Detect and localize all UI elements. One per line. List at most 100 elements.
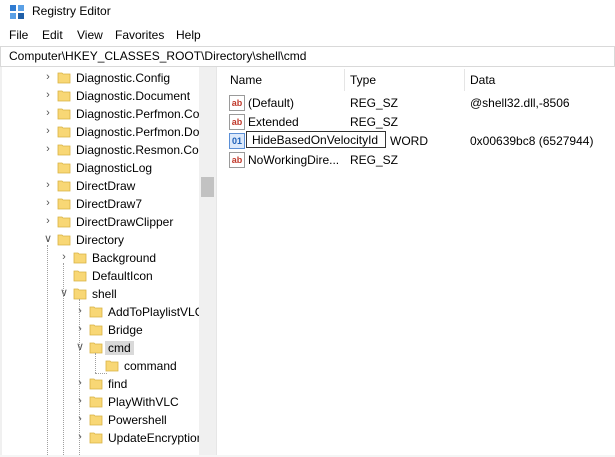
folder-icon <box>57 144 71 156</box>
menu-edit[interactable]: Edit <box>42 28 63 42</box>
tree-guide-line <box>63 263 64 457</box>
value-name: (Default) <box>248 96 295 110</box>
menu-bar: File Edit View Favorites Help <box>0 25 615 45</box>
chevron-right-icon[interactable]: › <box>43 107 53 119</box>
tree-scrollbar[interactable] <box>199 67 216 457</box>
chevron-right-icon[interactable]: › <box>43 179 53 191</box>
folder-icon <box>57 198 71 210</box>
value-row[interactable]: ab Extended REG_SZ <box>222 112 615 131</box>
tree-item-label: find <box>108 377 128 391</box>
chevron-down-icon[interactable]: ∨ <box>43 233 53 245</box>
tree-item-label: Background <box>92 251 157 265</box>
tree-item[interactable]: › DirectDraw <box>0 177 200 195</box>
tree-item[interactable]: ∨ Directory <box>0 231 200 249</box>
chevron-right-icon[interactable]: › <box>75 413 85 425</box>
values-list: Name Type Data ab (Default) REG_SZ @shel… <box>222 67 615 457</box>
chevron-right-icon[interactable]: › <box>75 377 85 389</box>
folder-icon <box>73 252 87 264</box>
value-row[interactable]: ab NoWorkingDire... REG_SZ <box>222 150 615 169</box>
chevron-down-icon[interactable]: ∨ <box>59 287 69 299</box>
rename-input[interactable]: HideBasedOnVelocityId <box>246 131 386 148</box>
tree-item[interactable]: › Diagnostic.Perfmon.Co <box>0 105 200 123</box>
chevron-right-icon[interactable]: › <box>75 395 85 407</box>
column-separator[interactable] <box>344 69 345 91</box>
chevron-right-icon[interactable]: › <box>75 431 85 443</box>
tree-item-label: UpdateEncryption <box>108 431 204 445</box>
chevron-right-icon[interactable]: › <box>75 323 85 335</box>
chevron-right-icon[interactable]: › <box>59 251 69 263</box>
tree-item[interactable]: › AddToPlaylistVLC <box>0 303 204 321</box>
tree-guide-line <box>95 373 107 374</box>
folder-icon <box>89 378 103 390</box>
menu-file[interactable]: File <box>9 28 28 42</box>
tree-item[interactable]: DiagnosticLog <box>0 159 200 177</box>
value-row[interactable]: ab (Default) REG_SZ @shell32.dll,-8506 <box>222 93 615 112</box>
tree-item[interactable]: › DirectDraw7 <box>0 195 200 213</box>
registry-editor-icon <box>10 5 24 19</box>
string-value-icon: ab <box>229 152 245 168</box>
chevron-down-icon[interactable]: ∨ <box>75 341 85 353</box>
value-data: @shell32.dll,-8506 <box>470 96 570 110</box>
value-type: REG_SZ <box>350 153 399 167</box>
folder-icon <box>57 216 71 228</box>
tree-item[interactable]: › Diagnostic.Document <box>0 87 200 105</box>
tree-item[interactable]: › Background <box>0 249 200 267</box>
tree-item[interactable]: › Diagnostic.Resmon.Cor <box>0 141 203 159</box>
tree-item-label: DirectDraw7 <box>76 197 143 211</box>
tree-item-label: DirectDraw <box>76 179 136 193</box>
address-bar[interactable]: Computer\HKEY_CLASSES_ROOT\Directory\she… <box>0 46 615 67</box>
folder-icon <box>57 234 71 246</box>
value-type: REG_SZ <box>350 96 399 110</box>
tree-item[interactable]: › Diagnostic.Perfmon.Do <box>0 123 200 141</box>
tree-item-label: AddToPlaylistVLC <box>108 305 204 319</box>
window-title: Registry Editor <box>32 4 111 18</box>
tree-item[interactable]: › Diagnostic.Config <box>0 69 200 87</box>
tree-item-label: Diagnostic.Perfmon.Do <box>76 125 200 139</box>
binary-value-icon: 01 <box>229 133 245 149</box>
tree-item[interactable]: › UpdateEncryption <box>0 429 204 447</box>
folder-icon <box>105 360 119 372</box>
value-name: Extended <box>248 115 299 129</box>
tree-guide-line <box>95 353 96 373</box>
tree-item[interactable]: ∨ cmd <box>0 339 200 357</box>
tree-item[interactable]: › find <box>0 375 200 393</box>
scrollbar-thumb[interactable] <box>201 177 214 197</box>
column-header-name[interactable]: Name <box>230 73 262 87</box>
tree-item[interactable]: DefaultIcon <box>0 267 200 285</box>
menu-help[interactable]: Help <box>176 28 201 42</box>
chevron-right-icon[interactable]: › <box>43 197 53 209</box>
tree-guide-line <box>79 299 80 457</box>
title-bar: Registry Editor <box>0 0 615 24</box>
chevron-right-icon[interactable]: › <box>43 125 53 137</box>
tree-item[interactable]: › Powershell <box>0 411 200 429</box>
tree-item[interactable]: › PlayWithVLC <box>0 393 200 411</box>
folder-icon <box>89 324 103 336</box>
folder-icon <box>89 342 103 354</box>
string-value-icon: ab <box>229 114 245 130</box>
chevron-right-icon[interactable]: › <box>43 71 53 83</box>
tree-item[interactable]: › Bridge <box>0 321 200 339</box>
chevron-right-icon[interactable]: › <box>43 89 53 101</box>
column-separator[interactable] <box>464 69 465 91</box>
tree-item[interactable]: ∨ shell <box>0 285 200 303</box>
tree-item-label: shell <box>92 287 117 301</box>
tree-item-label: command <box>124 359 177 373</box>
tree-item-label: Diagnostic.Resmon.Cor <box>76 143 203 157</box>
chevron-right-icon[interactable]: › <box>75 305 85 317</box>
column-header-type[interactable]: Type <box>350 73 376 87</box>
column-header-data[interactable]: Data <box>470 73 495 87</box>
key-tree: › Diagnostic.Config › Diagnostic.Document › D… <box>0 67 217 457</box>
folder-icon <box>89 414 103 426</box>
address-path[interactable]: Computer\HKEY_CLASSES_ROOT\Directory\she… <box>9 49 306 63</box>
folder-icon <box>73 288 87 300</box>
chevron-right-icon[interactable]: › <box>43 143 53 155</box>
folder-icon <box>73 270 87 282</box>
menu-view[interactable]: View <box>77 28 103 42</box>
value-type: WORD <box>390 134 428 148</box>
menu-favorites[interactable]: Favorites <box>115 28 164 42</box>
value-row[interactable]: 01 WORD 0x00639bc8 (6527944) HideBasedOn… <box>222 131 615 150</box>
chevron-right-icon[interactable]: › <box>43 215 53 227</box>
value-type: REG_SZ <box>350 115 399 129</box>
tree-item-label: Diagnostic.Config <box>76 71 171 85</box>
tree-item[interactable]: › DirectDrawClipper <box>0 213 200 231</box>
